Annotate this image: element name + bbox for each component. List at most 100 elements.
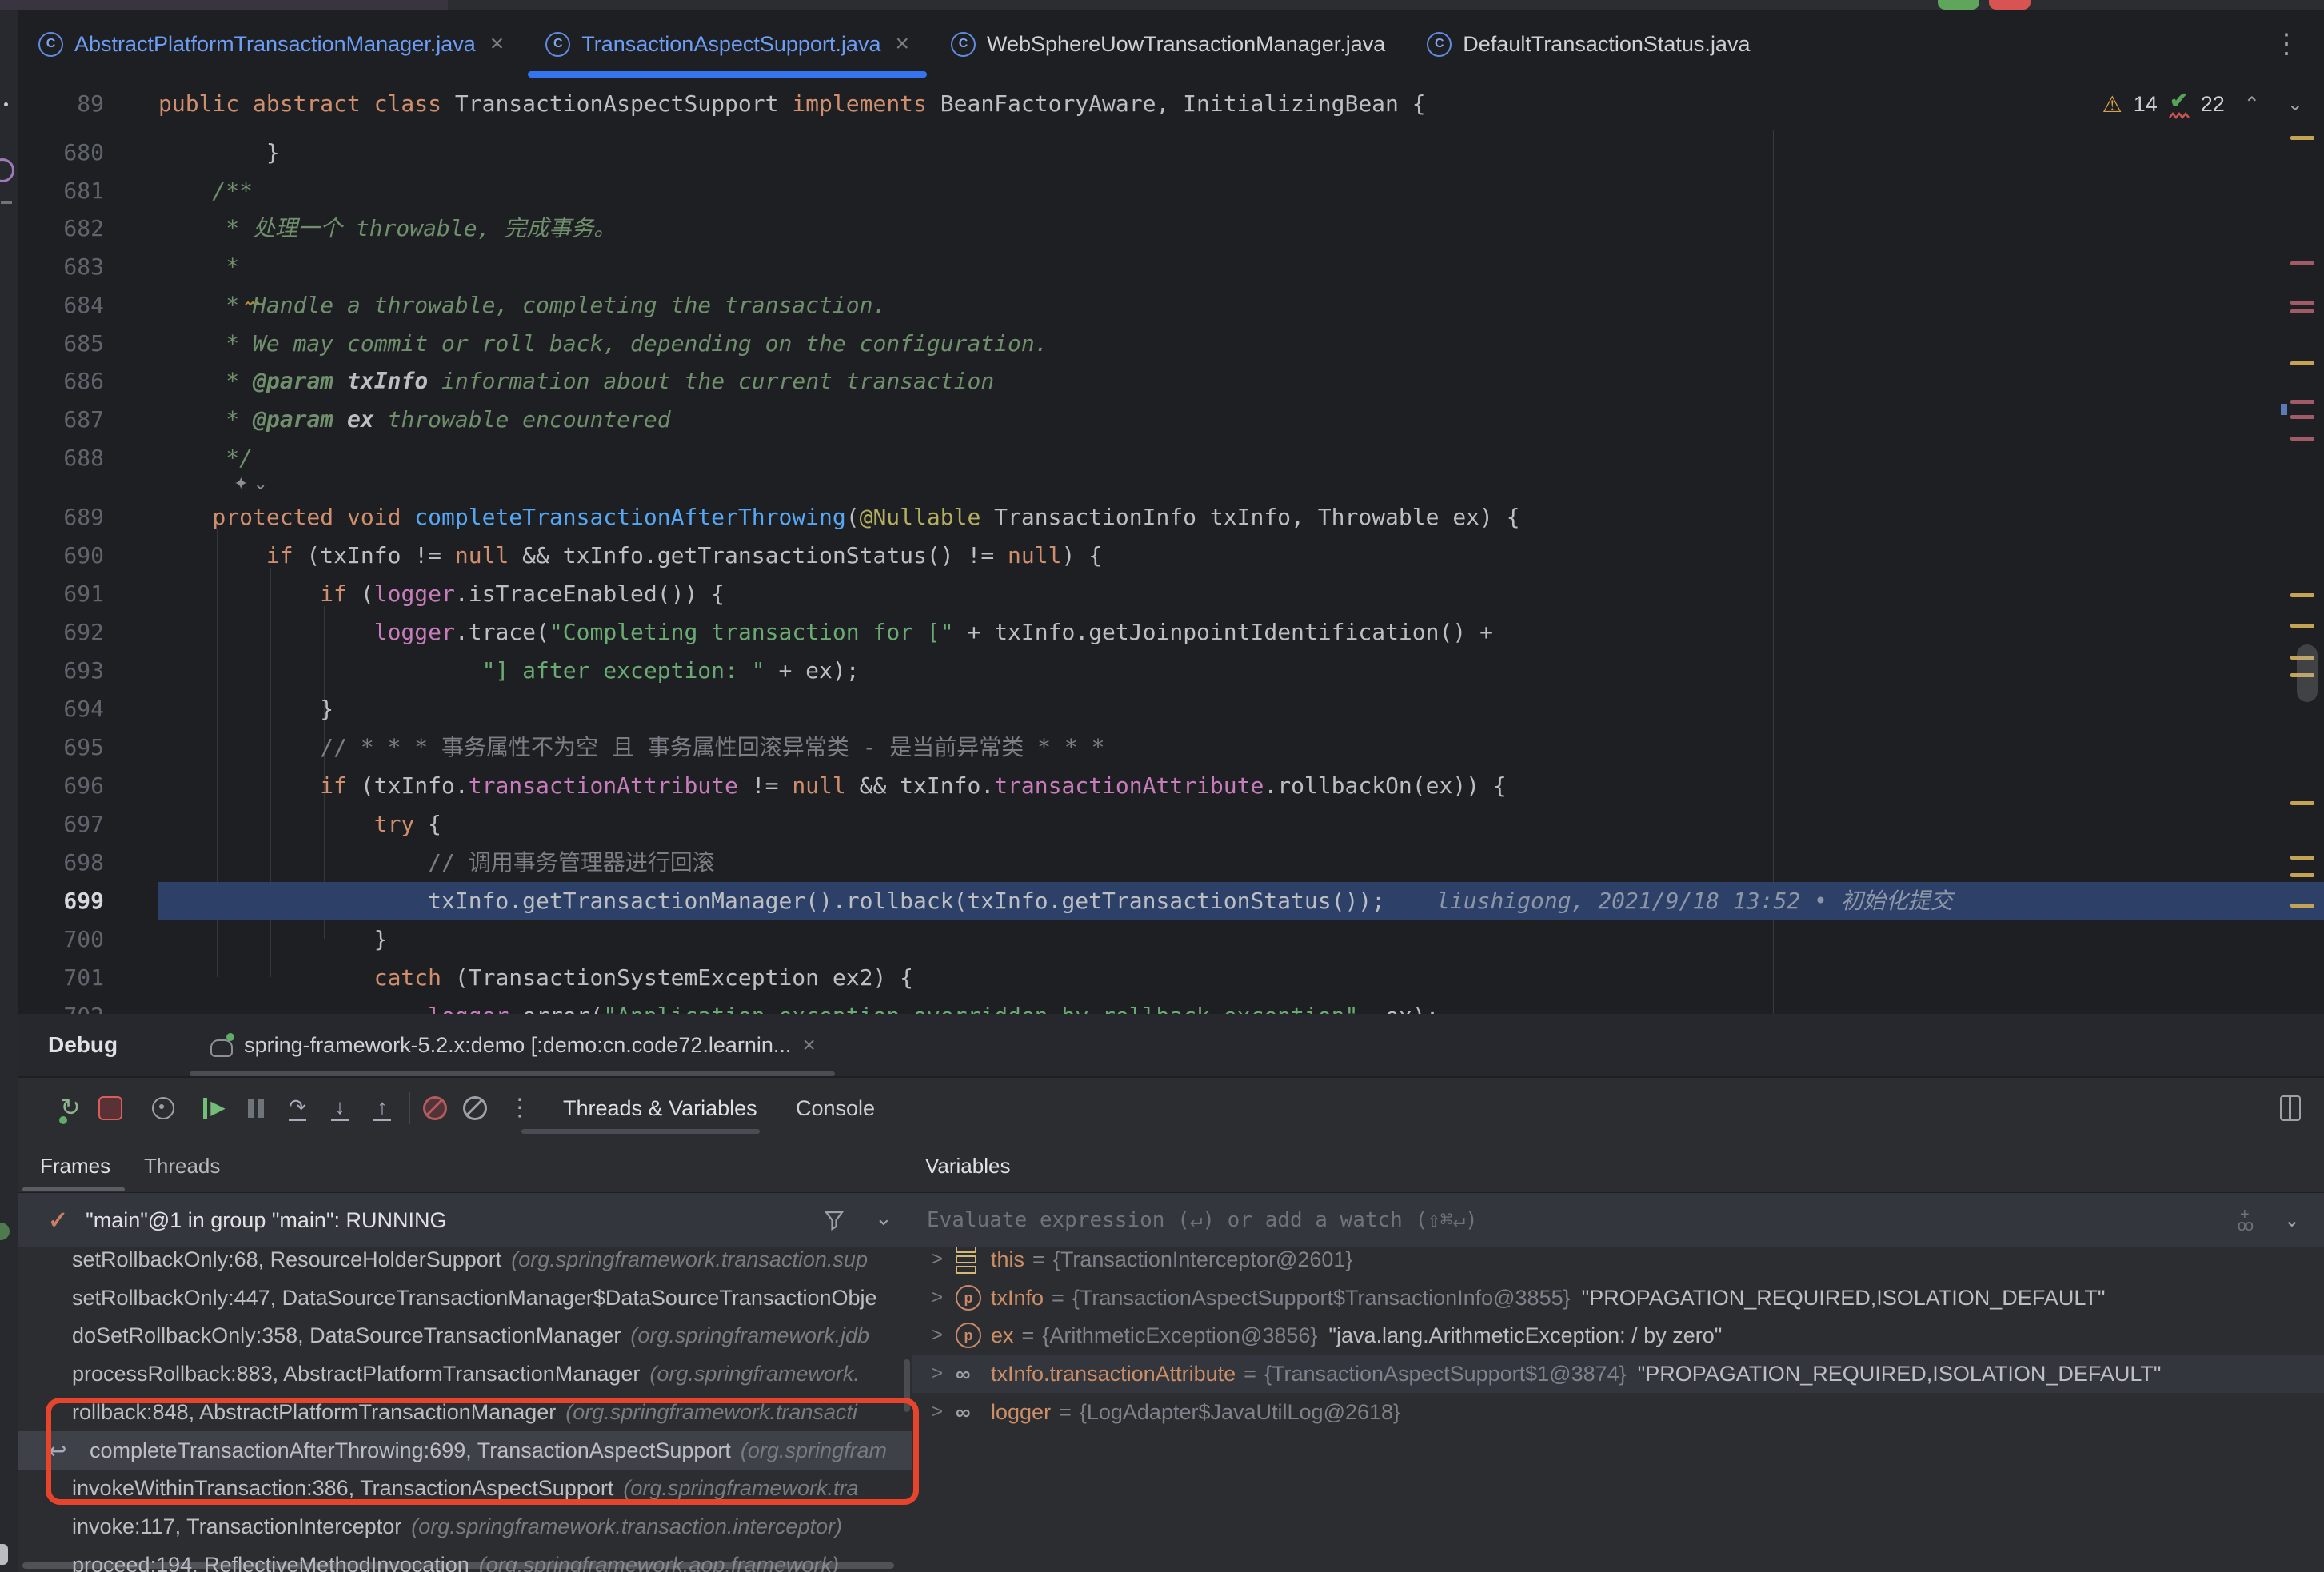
session-close-icon[interactable]: × [802,1032,815,1058]
gutter-line-number[interactable]: 685 [18,325,104,363]
code-line-693[interactable]: "] after exception: " + ex); [158,652,2324,690]
expand-chevron-icon[interactable]: > [932,1401,956,1423]
pause-button[interactable] [238,1078,274,1139]
expand-chevron-icon[interactable]: > [932,1363,956,1385]
gutter-line-number[interactable]: 701 [18,959,104,997]
editor-tab-3[interactable]: CWebSphereUowTransactionManager.java [930,10,1406,78]
add-watch-icon[interactable]: +oo [2238,1209,2252,1231]
gutter-line-number[interactable]: 683 [18,248,104,286]
code-line-695[interactable]: // * * * 事务属性不为空 且 事务属性回滚异常类 - 是当前异常类 * … [158,728,2324,767]
gutter-line-number[interactable]: 690 [18,537,104,575]
frames-scrollbar[interactable] [904,1359,910,1412]
gutter-line-number[interactable]: 682 [18,209,104,248]
step-into-button[interactable]: ↓ [322,1078,357,1139]
variable-row-txInfo[interactable]: >ptxInfo={TransactionAspectSupport$Trans… [912,1279,2324,1317]
frame-row-4[interactable]: processRollback:883, AbstractPlatformTra… [18,1355,912,1393]
code-line-698[interactable]: // 调用事务管理器进行回滚 [158,844,2324,882]
sticky-declaration-line[interactable]: 89 public abstract class TransactionAspe… [18,78,2324,130]
code-line-683[interactable]: * [158,248,2324,286]
inspection-widget[interactable]: ⚠ 14 ✔ 22 ⌃ ⌄ [2102,78,2311,130]
mute-breakpoints-button[interactable] [457,1078,493,1139]
editor-tab-2[interactable]: CTransactionAspectSupport.java× [525,10,930,78]
code-line-686[interactable]: * @param txInfo information about the cu… [158,362,2324,401]
code-line-701[interactable]: catch (TransactionSystemException ex2) { [158,959,2324,997]
variable-row-logger[interactable]: >∞logger={LogAdapter$JavaUtilLog@2618} [912,1393,2324,1431]
evaluate-expression-bar[interactable]: Evaluate expression (↵) or add a watch (… [912,1193,2324,1247]
code-line-684[interactable]: * Handle a throwable, completing the tra… [158,286,2324,325]
gutter-line-number[interactable]: 696 [18,767,104,805]
frame-row-8[interactable]: invoke:117, TransactionInterceptor(org.s… [18,1507,912,1546]
tab-close-icon[interactable]: × [490,32,505,56]
code-line-696[interactable]: if (txInfo.transactionAttribute != null … [158,767,2324,805]
stop-button[interactable] [1989,0,2031,10]
editor-tab-1[interactable]: CAbstractPlatformTransactionManager.java… [18,10,525,78]
gutter-line-number[interactable]: 694 [18,690,104,728]
code-line-681[interactable]: /** [158,172,2324,210]
frames-hscrollbar[interactable] [22,1562,894,1569]
stripe-tool-icon[interactable] [0,158,14,182]
resume-button[interactable]: ▶ [197,1078,232,1139]
step-out-button[interactable]: ↑ [365,1078,400,1139]
expand-chevron-icon[interactable]: > [932,1287,956,1309]
frame-row-6[interactable]: ↩completeTransactionAfterThrowing:699, T… [18,1431,912,1470]
code-line-702[interactable]: logger.error("Application exception over… [158,997,2324,1014]
code-line-690[interactable]: if (txInfo != null && txInfo.getTransact… [158,537,2324,575]
frame-row-1[interactable]: setRollbackOnly:68, ResourceHolderSuppor… [18,1247,912,1279]
tab-frames[interactable]: Frames [40,1139,110,1192]
tab-close-icon[interactable]: × [895,32,909,56]
frame-row-7[interactable]: invokeWithinTransaction:386, Transaction… [18,1469,912,1507]
gutter-line-number[interactable]: 680 [18,134,104,172]
tab-console[interactable]: Console [796,1078,875,1139]
gutter-line-number[interactable]: 681 [18,172,104,210]
code-line-688[interactable]: */ [158,439,2324,477]
filter-icon[interactable] [823,1209,845,1231]
code-line-699[interactable]: txInfo.getTransactionManager().rollback(… [158,882,2324,920]
code-line-682[interactable]: * 处理一个 throwable, 完成事务。 [158,209,2324,248]
next-problem-icon[interactable]: ⌄ [2279,93,2311,116]
variable-row-ex[interactable]: >pex={ArithmeticException@3856}"java.lan… [912,1316,2324,1355]
tab-options-icon[interactable]: ⋮ [2273,28,2300,60]
gutter-line-number[interactable]: 688 [18,439,104,477]
stripe-bottom-icon[interactable] [0,1544,8,1565]
code-line-697[interactable]: try { [158,805,2324,844]
thread-selector[interactable]: ✓ "main"@1 in group "main": RUNNING ⌄ [18,1193,912,1247]
rerun-debug-button[interactable]: ↻ [53,1078,88,1139]
debug-label[interactable]: Debug [48,1032,118,1058]
frame-row-5[interactable]: rollback:848, AbstractPlatformTransactio… [18,1393,912,1431]
layout-settings-icon[interactable] [2273,1078,2308,1139]
run-button[interactable] [1938,0,1979,10]
code-line-700[interactable]: } [158,920,2324,959]
code-line-680[interactable]: } [158,134,2324,172]
show-execution-point-button[interactable] [146,1078,181,1139]
code-editor[interactable]: ✦ ⌄ 680 }681 /**682 * 处理一个 throwable, 完成… [18,130,2324,1014]
gutter-line-number[interactable]: 702 [18,997,104,1014]
gutter-line-number[interactable]: 698 [18,844,104,882]
gutter-line-number[interactable]: 693 [18,652,104,690]
gutter-line-number[interactable]: 697 [18,805,104,844]
code-line-689[interactable]: protected void completeTransactionAfterT… [158,498,2324,537]
gutter-line-number[interactable]: 684 [18,286,104,325]
code-line-691[interactable]: if (logger.isTraceEnabled()) { [158,575,2324,613]
stop-debug-button[interactable] [93,1078,128,1139]
stripe-debug-icon[interactable] [0,1223,10,1240]
gutter-line-number[interactable]: 700 [18,920,104,959]
code-line-692[interactable]: logger.trace("Completing transaction for… [158,613,2324,652]
thread-dropdown-icon[interactable]: ⌄ [875,1206,892,1231]
gutter-line-number[interactable]: 689 [18,498,104,537]
evaluate-dropdown-icon[interactable]: ⌄ [2284,1209,2300,1232]
code-line-694[interactable]: } [158,690,2324,728]
frame-row-2[interactable]: setRollbackOnly:447, DataSourceTransacti… [18,1279,912,1317]
gutter-line-number[interactable]: 695 [18,728,104,767]
gutter-line-number[interactable]: 691 [18,575,104,613]
expand-chevron-icon[interactable]: > [932,1324,956,1347]
expand-chevron-icon[interactable]: > [932,1248,956,1271]
variable-row-this[interactable]: >this={TransactionInterceptor@2601} [912,1247,2324,1279]
gutter-line-number[interactable]: 699 [18,882,104,920]
prev-problem-icon[interactable]: ⌃ [2236,93,2268,116]
variable-row-txInfo.transactionAttribute[interactable]: >∞txInfo.transactionAttribute={Transacti… [912,1355,2324,1393]
view-breakpoints-button[interactable] [417,1078,453,1139]
frame-row-3[interactable]: doSetRollbackOnly:358, DataSourceTransac… [18,1316,912,1355]
code-line-687[interactable]: * @param ex throwable encountered [158,401,2324,439]
editor-tab-4[interactable]: CDefaultTransactionStatus.java [1406,10,1771,78]
debug-session-tab[interactable]: spring-framework-5.2.x:demo [:demo:cn.co… [190,1014,835,1076]
